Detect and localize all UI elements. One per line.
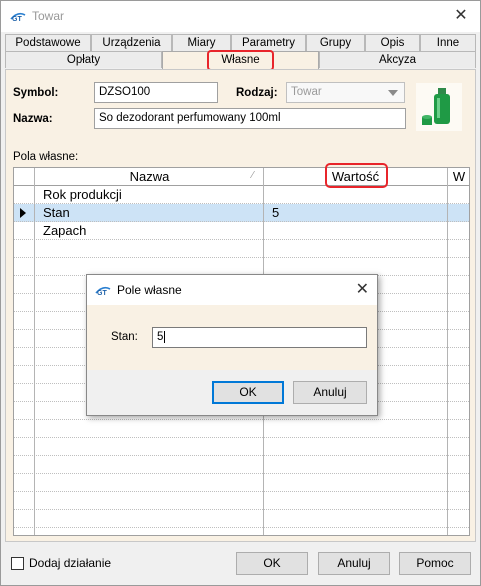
dialog-ok-button[interactable]: OK <box>212 381 284 404</box>
svg-text:GT: GT <box>12 16 22 22</box>
title-bar: GT Towar ✕ <box>1 1 480 32</box>
dialog-cancel-button[interactable]: Anuluj <box>293 381 367 404</box>
close-icon[interactable]: ✕ <box>356 279 369 299</box>
rodzaj-label: Rodzaj: <box>236 87 278 99</box>
sort-icon: ⁄ <box>252 170 254 181</box>
dialog-title-bar: GT Pole własne ✕ <box>87 275 377 305</box>
table-row[interactable]: Rok produkcji <box>14 186 469 204</box>
empty-row[interactable] <box>14 474 469 492</box>
tab-podstawowe[interactable]: Podstawowe <box>5 34 91 51</box>
rodzaj-select[interactable]: Towar <box>286 82 405 103</box>
empty-row[interactable] <box>14 420 469 438</box>
grid-divider <box>34 168 35 535</box>
empty-row[interactable] <box>14 240 469 258</box>
tab-oplaty[interactable]: Opłaty <box>5 51 162 68</box>
symbol-input[interactable]: DZSO100 <box>94 82 218 103</box>
dropdown-arrow-icon <box>388 90 398 96</box>
symbol-label: Symbol: <box>13 87 59 99</box>
grid-header: Nazwa ⁄ Wartość W <box>14 168 469 186</box>
nazwa-input[interactable]: So dezodorant perfumowany 100ml <box>94 108 406 129</box>
empty-row[interactable] <box>14 438 469 456</box>
main-window: GT Towar ✕ Podstawowe Urządzenia Miary P… <box>0 0 481 586</box>
empty-row[interactable] <box>14 492 469 510</box>
dialog-body: Stan: 5 <box>87 305 377 370</box>
dodaj-dzialanie-checkbox[interactable] <box>11 557 24 570</box>
row-value <box>264 186 272 204</box>
stan-input[interactable]: 5 <box>152 327 367 348</box>
tab-inne[interactable]: Inne <box>420 34 476 51</box>
window-title: Towar <box>32 9 65 23</box>
row-name: Stan <box>43 205 70 220</box>
close-icon[interactable]: ✕ <box>448 5 474 27</box>
ok-button[interactable]: OK <box>236 552 308 575</box>
column-highlight-annotation <box>325 163 388 188</box>
rodzaj-value: Towar <box>291 86 322 98</box>
tab-parametry[interactable]: Parametry <box>231 34 306 51</box>
cancel-button[interactable]: Anuluj <box>318 552 390 575</box>
svg-text:GT: GT <box>97 290 107 296</box>
grid-divider <box>447 168 448 535</box>
help-button[interactable]: Pomoc <box>399 552 471 575</box>
tab-highlight-annotation <box>207 50 274 71</box>
row-name: Rok produkcji <box>43 187 122 202</box>
dialog-title: Pole własne <box>117 283 182 297</box>
nazwa-label: Nazwa: <box>13 113 53 125</box>
tab-akcyza[interactable]: Akcyza <box>319 51 476 68</box>
row-value <box>264 222 272 240</box>
empty-row[interactable] <box>14 528 469 535</box>
tab-miary[interactable]: Miary <box>172 34 231 51</box>
tab-urzadzenia[interactable]: Urządzenia <box>91 34 172 51</box>
empty-row[interactable] <box>14 456 469 474</box>
section-label: Pola własne: <box>13 151 79 163</box>
column-header-w[interactable]: W <box>447 168 469 186</box>
app-logo-icon: GT <box>10 12 26 22</box>
tab-opis[interactable]: Opis <box>365 34 420 51</box>
tab-grupy[interactable]: Grupy <box>306 34 365 51</box>
column-header-nazwa[interactable]: Nazwa <box>35 168 264 186</box>
app-logo-icon: GT <box>95 286 111 296</box>
table-row[interactable]: Zapach <box>14 222 469 240</box>
empty-row[interactable] <box>14 510 469 528</box>
row-value: 5 <box>272 205 280 220</box>
stan-label: Stan: <box>111 331 138 343</box>
pole-wlasne-dialog: GT Pole własne ✕ Stan: 5 OK Anuluj <box>86 274 378 416</box>
product-bottle-image <box>416 83 462 131</box>
table-row-selected[interactable]: Stan 5 <box>14 204 469 222</box>
checkbox-label: Dodaj działanie <box>29 556 112 570</box>
row-indicator-icon <box>20 208 26 218</box>
row-name: Zapach <box>43 223 87 238</box>
